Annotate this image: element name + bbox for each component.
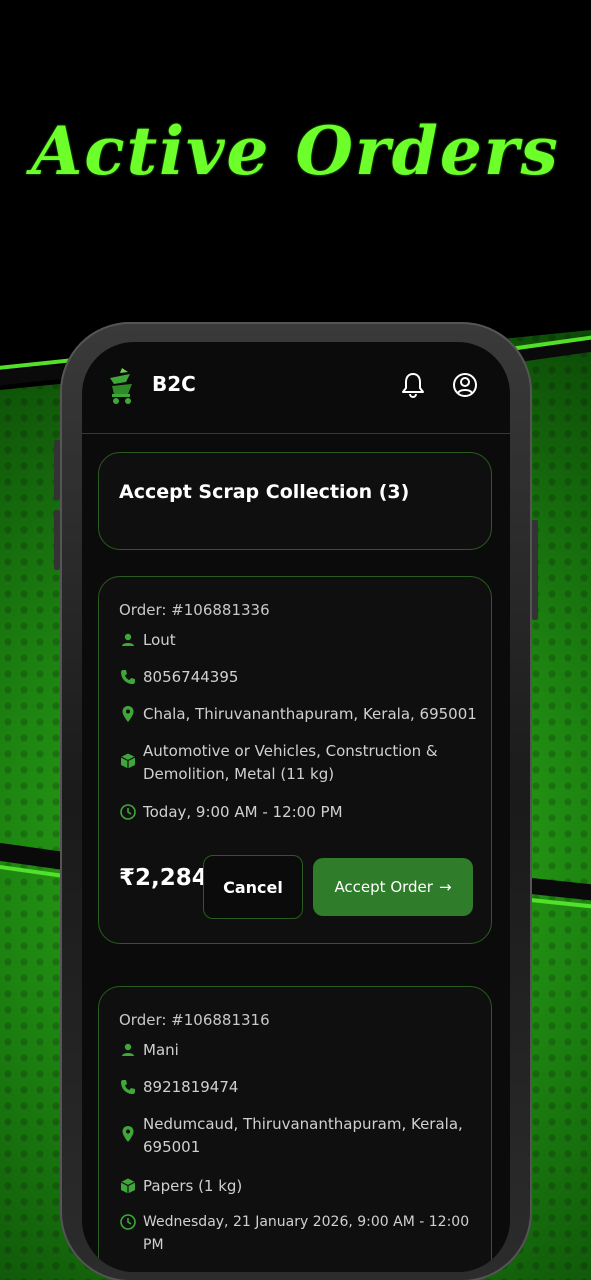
order-items: Papers (1 kg) bbox=[143, 1177, 243, 1195]
phone-icon bbox=[121, 1080, 135, 1094]
cancel-button[interactable]: Cancel bbox=[203, 855, 303, 919]
package-icon bbox=[120, 1178, 136, 1194]
order-items: Automotive or Vehicles, Construction & D… bbox=[143, 742, 438, 783]
location-pin-icon bbox=[122, 706, 134, 722]
time-row: Wednesday, 21 January 2026, 9:00 AM - 12… bbox=[119, 1211, 479, 1257]
phone-row: 8921819474 bbox=[119, 1076, 479, 1099]
accept-button-label: Accept Order bbox=[334, 878, 433, 896]
order-id: Order: #106881336 bbox=[119, 601, 270, 619]
cancel-button-label: Cancel bbox=[223, 877, 283, 897]
order-price: ₹2,284 bbox=[119, 865, 208, 891]
customer-phone[interactable]: 8056744395 bbox=[143, 666, 238, 689]
customer-row: Mani bbox=[119, 1039, 479, 1062]
phone-frame: B2C Accept Scrap Collection (3) Order: #… bbox=[60, 322, 532, 1280]
arrow-right-icon: → bbox=[438, 878, 452, 896]
profile-icon[interactable] bbox=[450, 370, 480, 400]
person-icon bbox=[122, 1043, 134, 1056]
app-header: B2C bbox=[82, 342, 510, 434]
location-pin-icon bbox=[122, 1126, 134, 1142]
customer-phone[interactable]: 8921819474 bbox=[143, 1076, 238, 1099]
logo-icon bbox=[110, 368, 132, 404]
address-row: Chala, Thiruvananthapuram, Kerala, 69500… bbox=[119, 703, 479, 726]
items-row: Papers (1 kg) bbox=[119, 1175, 479, 1198]
customer-row: Lout bbox=[119, 629, 479, 652]
items-row: Automotive or Vehicles, Construction & D… bbox=[119, 740, 479, 786]
promo-title: Active Orders bbox=[31, 112, 560, 190]
customer-name: Lout bbox=[143, 631, 176, 649]
order-id: Order: #106881316 bbox=[119, 1011, 270, 1029]
pickup-time: Today, 9:00 AM - 12:00 PM bbox=[143, 803, 343, 821]
pickup-time: Wednesday, 21 January 2026, 9:00 AM - 12… bbox=[143, 1214, 470, 1253]
package-icon bbox=[120, 753, 136, 769]
phone-icon bbox=[121, 670, 135, 684]
order-card: Order: #106881316 Mani 8921819474 Nedumc… bbox=[98, 986, 492, 1272]
customer-name: Mani bbox=[143, 1041, 179, 1059]
customer-address: Chala, Thiruvananthapuram, Kerala, 69500… bbox=[143, 705, 477, 723]
clock-icon bbox=[120, 804, 136, 820]
time-row: Today, 9:00 AM - 12:00 PM bbox=[119, 801, 479, 824]
order-card: Order: #106881336 Lout 8056744395 Chala,… bbox=[98, 576, 492, 944]
phone-row: 8056744395 bbox=[119, 666, 479, 689]
accept-order-button[interactable]: Accept Order → bbox=[313, 858, 473, 916]
section-header-card: Accept Scrap Collection (3) bbox=[98, 452, 492, 550]
app-screen: B2C Accept Scrap Collection (3) Order: #… bbox=[82, 342, 510, 1272]
section-title: Accept Scrap Collection (3) bbox=[119, 481, 410, 503]
bell-icon[interactable] bbox=[398, 370, 428, 400]
address-row: Nedumcaud, Thiruvananthapuram, Kerala, 6… bbox=[119, 1113, 479, 1159]
brand-name: B2C bbox=[152, 372, 196, 396]
person-icon bbox=[122, 633, 134, 646]
clock-icon bbox=[120, 1214, 136, 1230]
customer-address: Nedumcaud, Thiruvananthapuram, Kerala, 6… bbox=[143, 1115, 463, 1156]
